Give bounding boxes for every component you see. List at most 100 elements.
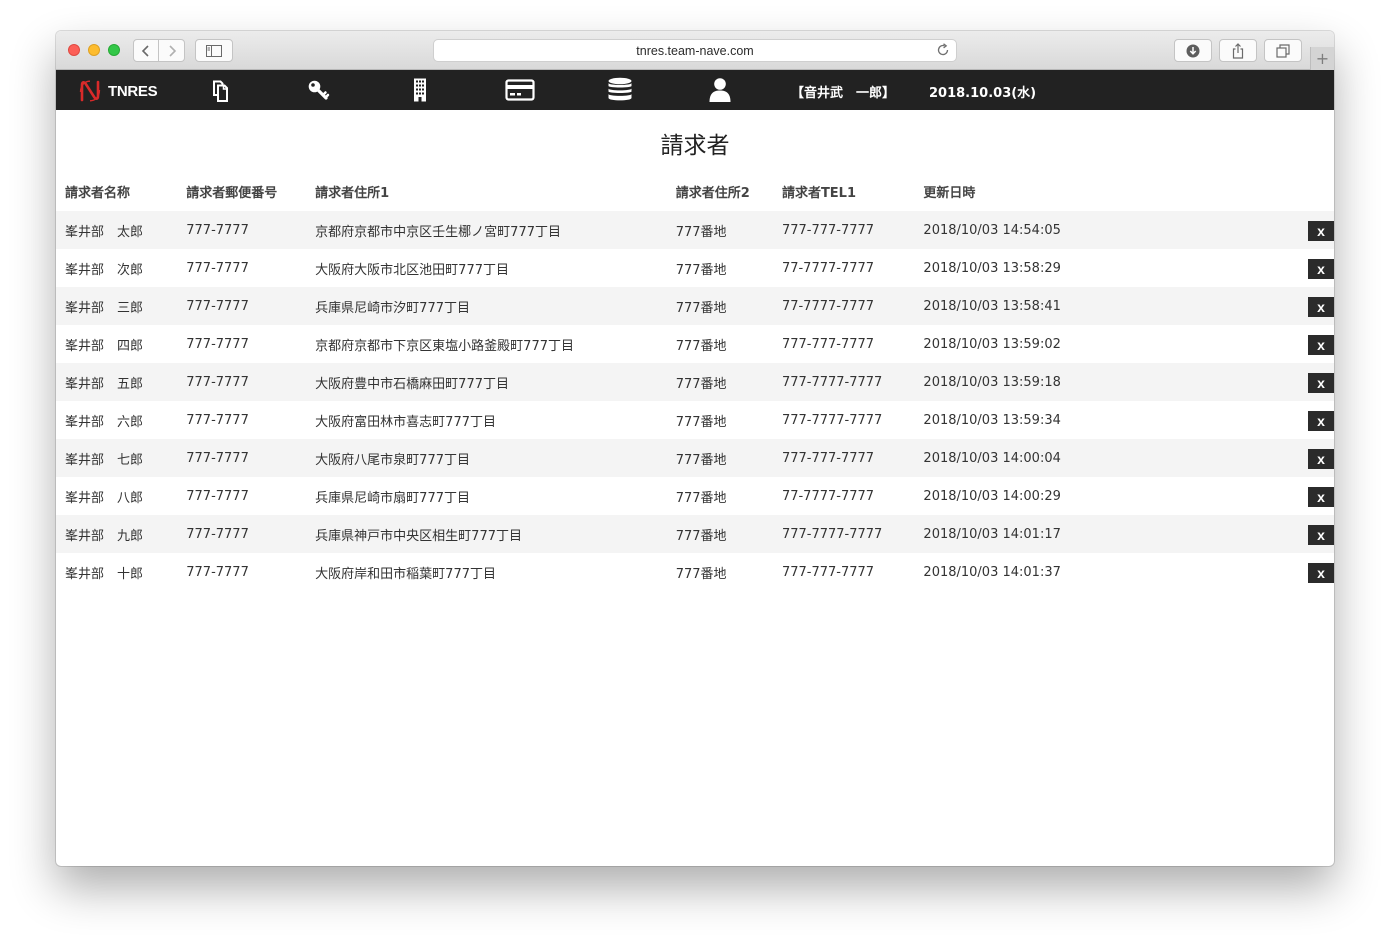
nav-credit-card[interactable] (505, 77, 535, 103)
delete-row-button[interactable]: x (1308, 411, 1334, 431)
tel-cell: 777-7777-7777 (781, 374, 883, 390)
nav-copy[interactable] (205, 77, 235, 103)
delete-cell: x (1138, 249, 1334, 287)
delete-cell: x (1138, 363, 1334, 401)
name-cell: 峯井部 四郎 (65, 338, 144, 354)
table-row[interactable]: 峯井部 八郎 777-7777 兵庫県尼崎市扇町777丁目 777番地 77-7777-… (56, 477, 1334, 515)
table-row[interactable]: 峯井部 六郎 777-7777 大阪府富田林市喜志町777丁目 777番地 777-77… (56, 401, 1334, 439)
updated-at-cell: 2018/10/03 14:01:37 (923, 564, 1061, 580)
nav-database[interactable] (605, 77, 635, 103)
address-2-cell: 777番地 (675, 414, 727, 430)
postal-code-cell: 777-7777 (186, 374, 249, 390)
delete-cell: x (1138, 477, 1334, 515)
delete-row-button[interactable]: x (1308, 449, 1334, 469)
column-header-updated-at[interactable]: 更新日時 (914, 171, 1138, 211)
page-title: 請求者 (660, 133, 730, 159)
updated-at-cell: 2018/10/03 14:01:17 (923, 526, 1061, 542)
name-cell: 峯井部 十郎 (65, 566, 144, 582)
table-body: 峯井部 太郎 777-7777 京都府京都市中京区壬生梛ノ宮町777丁目 777番地 7… (56, 211, 1334, 591)
tel-cell: 77-7777-7777 (781, 260, 875, 276)
delete-cell: x (1138, 553, 1334, 591)
updated-at-cell: 2018/10/03 14:54:05 (923, 222, 1061, 238)
delete-row-button[interactable]: x (1308, 335, 1334, 355)
updated-at-cell: 2018/10/03 13:59:02 (923, 336, 1061, 352)
delete-row-button[interactable]: x (1308, 297, 1334, 317)
nav-key[interactable] (304, 77, 334, 103)
close-window-button[interactable] (68, 44, 80, 56)
table-row[interactable]: 峯井部 四郎 777-7777 京都府京都市下京区東塩小路釜殿町777丁目 777番地… (56, 325, 1334, 363)
share-button[interactable] (1219, 39, 1257, 62)
postal-code-cell: 777-7777 (186, 526, 249, 542)
database-icon (608, 77, 632, 101)
delete-row-button[interactable]: x (1308, 259, 1334, 279)
name-cell: 峯井部 次郎 (65, 262, 144, 278)
delete-row-button[interactable]: x (1308, 487, 1334, 507)
address-2-cell: 777番地 (675, 224, 727, 240)
sidebar-toggle-button[interactable] (195, 39, 233, 62)
new-tab-button[interactable]: + (1310, 47, 1334, 70)
table-row[interactable]: 峯井部 七郎 777-7777 大阪府八尾市泉町777丁目 777番地 777-777-… (56, 439, 1334, 477)
address-2-cell: 777番地 (675, 490, 727, 506)
address-1-cell: 京都府京都市下京区東塩小路釜殿町777丁目 (315, 338, 574, 354)
address-2-cell: 777番地 (675, 566, 727, 582)
updated-at-cell: 2018/10/03 13:59:18 (923, 374, 1061, 390)
postal-code-cell: 777-7777 (186, 260, 249, 276)
delete-row-button[interactable]: x (1308, 221, 1334, 241)
postal-code-cell: 777-7777 (186, 298, 249, 314)
column-header-tel[interactable]: 請求者TEL1 (773, 171, 914, 211)
brand-logo[interactable]: TNRES (78, 78, 158, 104)
nav-user[interactable] (705, 77, 735, 103)
address-1-cell: 大阪府豊中市石橋麻田町777丁目 (315, 376, 509, 392)
delete-cell: x (1138, 325, 1334, 363)
tel-cell: 777-7777-7777 (781, 412, 883, 428)
downloads-button[interactable] (1174, 39, 1212, 62)
table-row[interactable]: 峯井部 次郎 777-7777 大阪府大阪市北区池田町777丁目 777番地 77-77… (56, 249, 1334, 287)
zoom-window-button[interactable] (108, 44, 120, 56)
delete-row-button[interactable]: x (1308, 563, 1334, 583)
forward-button[interactable] (159, 39, 185, 62)
address-2-cell: 777番地 (675, 452, 727, 468)
address-1-cell: 大阪府富田林市喜志町777丁目 (315, 414, 496, 430)
chevron-right-icon (168, 44, 176, 57)
delete-row-button[interactable]: x (1308, 525, 1334, 545)
postal-code-cell: 777-7777 (186, 450, 249, 466)
browser-window: tnres.team-nave.com + TNRES 【音井武 一郎】 201… (56, 31, 1334, 866)
postal-code-cell: 777-7777 (186, 488, 249, 504)
reload-icon[interactable] (936, 43, 950, 57)
delete-cell: x (1138, 401, 1334, 439)
current-date-label: 2018.10.03(水) (929, 86, 1037, 101)
tel-cell: 777-777-7777 (781, 336, 875, 352)
name-cell: 峯井部 太郎 (65, 224, 144, 240)
name-cell: 峯井部 五郎 (65, 376, 144, 392)
address-2-cell: 777番地 (675, 528, 727, 544)
table-row[interactable]: 峯井部 十郎 777-7777 大阪府岸和田市稲葉町777丁目 777番地 777-77… (56, 553, 1334, 591)
table-row[interactable]: 峯井部 太郎 777-7777 京都府京都市中京区壬生梛ノ宮町777丁目 777番地 7… (56, 211, 1334, 249)
table-row[interactable]: 峯井部 三郎 777-7777 兵庫県尼崎市汐町777丁目 777番地 77-7777-… (56, 287, 1334, 325)
tel-cell: 777-7777-7777 (781, 526, 883, 542)
history-nav (133, 39, 185, 62)
nav-building[interactable] (405, 77, 435, 103)
back-button[interactable] (133, 39, 159, 62)
minimize-window-button[interactable] (88, 44, 100, 56)
address-1-cell: 大阪府大阪市北区池田町777丁目 (315, 262, 509, 278)
column-header-address-2[interactable]: 請求者住所2 (667, 171, 773, 211)
column-header-postal-code[interactable]: 請求者郵便番号 (177, 171, 306, 211)
table-row[interactable]: 峯井部 九郎 777-7777 兵庫県神戸市中央区相生町777丁目 777番地 777-… (56, 515, 1334, 553)
tabs-overview-button[interactable] (1264, 39, 1302, 62)
address-bar[interactable]: tnres.team-nave.com (433, 39, 957, 62)
postal-code-cell: 777-7777 (186, 222, 249, 238)
download-icon (1186, 44, 1200, 57)
key-icon (308, 80, 330, 100)
column-header-name[interactable]: 請求者名称 (56, 171, 177, 211)
credit-card-icon (505, 79, 535, 101)
delete-row-button[interactable]: x (1308, 373, 1334, 393)
updated-at-cell: 2018/10/03 14:00:04 (923, 450, 1061, 466)
tel-cell: 777-777-7777 (781, 450, 875, 466)
table-row[interactable]: 峯井部 五郎 777-7777 大阪府豊中市石橋麻田町777丁目 777番地 777-7… (56, 363, 1334, 401)
tabs-icon (1276, 43, 1290, 58)
address-2-cell: 777番地 (675, 300, 727, 316)
updated-at-cell: 2018/10/03 13:59:34 (923, 412, 1061, 428)
updated-at-cell: 2018/10/03 13:58:29 (923, 260, 1061, 276)
name-cell: 峯井部 六郎 (65, 414, 144, 430)
column-header-address-1[interactable]: 請求者住所1 (306, 171, 667, 211)
